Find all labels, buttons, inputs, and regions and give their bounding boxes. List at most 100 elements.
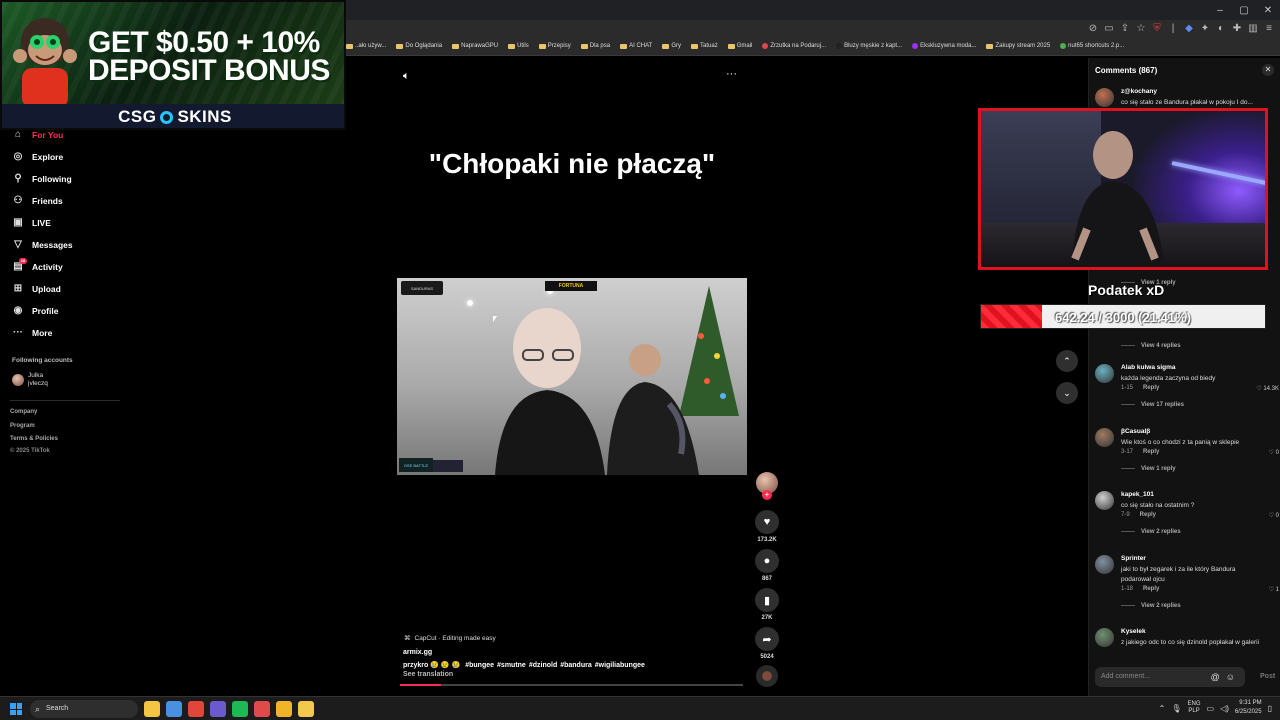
close-window-button[interactable]: ✕ — [1256, 0, 1280, 20]
comment-like-button[interactable]: ♡ 0 — [1269, 449, 1279, 456]
sidebar-toggle-icon[interactable]: ▥ — [1248, 23, 1258, 34]
view-replies-link[interactable]: View 2 replies — [1121, 603, 1181, 609]
avatar[interactable] — [1095, 364, 1114, 383]
comment-username[interactable]: kapek_101 — [1121, 491, 1154, 498]
taskbar-app-icon[interactable] — [276, 701, 292, 717]
sidebar-item-more[interactable]: ··· More — [12, 324, 52, 342]
reply-button[interactable]: Reply — [1143, 385, 1159, 391]
mute-site-icon[interactable]: ⊘ — [1088, 23, 1098, 34]
hashtag-link[interactable]: #dzinold — [529, 662, 557, 669]
bookmark-item[interactable]: Tatuaż — [691, 43, 718, 49]
extension-cat-icon[interactable]: ✦ — [1200, 23, 1210, 34]
bookmark-item[interactable]: Bluzy męskie z kapt... — [836, 43, 902, 49]
clock[interactable]: 9:31 PM 6/25/2025 — [1235, 699, 1262, 717]
tray-chevron-icon[interactable]: ⌃ — [1159, 704, 1166, 713]
comment-like-button[interactable]: ♡ 0 — [1269, 512, 1279, 519]
view-replies-link[interactable]: View 17 replies — [1121, 402, 1184, 408]
comment-username[interactable]: Sprinter — [1121, 555, 1146, 562]
add-comment-input[interactable]: Add comment... @ ☺ — [1095, 667, 1245, 687]
avatar[interactable] — [1095, 88, 1114, 107]
share-icon[interactable]: ⇪ — [1120, 23, 1130, 34]
microphone-icon[interactable]: 🎙︎ — [1171, 704, 1181, 713]
more-options-icon[interactable]: ··· — [726, 68, 737, 80]
taskbar-app-icon[interactable] — [188, 701, 204, 717]
reply-button[interactable]: Reply — [1143, 586, 1159, 592]
view-replies-link[interactable]: View 4 replies — [1121, 343, 1181, 349]
avatar[interactable] — [1095, 491, 1114, 510]
sidebar-item-explore[interactable]: ◎ Explore — [12, 148, 64, 166]
bookmark-item[interactable]: Do Oglądania — [396, 43, 442, 49]
bookmark-item[interactable]: AI CHAT — [620, 43, 652, 49]
comment-username[interactable]: z@kochany — [1121, 88, 1157, 95]
comment-username[interactable]: βCasualβ — [1121, 428, 1150, 435]
network-icon[interactable]: ▭ — [1207, 704, 1215, 713]
footer-company-link[interactable]: Company — [10, 409, 37, 415]
music-disc-icon[interactable] — [756, 665, 778, 687]
hashtag-link[interactable]: #wigiliabungee — [595, 662, 645, 669]
volume-icon[interactable]: 🔈︎ — [403, 70, 410, 83]
bookmark-item[interactable]: NaprawaGPU — [452, 43, 498, 49]
hashtag-link[interactable]: #bandura — [560, 662, 592, 669]
comment-button[interactable]: ● — [755, 549, 779, 573]
bookmark-item[interactable]: Przepisy — [538, 43, 571, 49]
avatar[interactable] — [1095, 555, 1114, 574]
comment-username[interactable]: Alab kulwa sigma — [1121, 364, 1176, 371]
comment-username[interactable]: Kyselek — [1121, 628, 1146, 635]
see-translation-link[interactable]: See translation — [403, 671, 453, 678]
bookmark-item[interactable]: Zakupy stream 2025 — [986, 43, 1050, 49]
follow-plus-icon[interactable]: + — [762, 490, 772, 500]
footer-terms-link[interactable]: Terms & Policies — [10, 436, 58, 442]
video-progress-bar[interactable] — [400, 684, 743, 686]
language-indicator[interactable]: ENG PLP — [1187, 701, 1200, 715]
sidebar-item-following[interactable]: ⚲ Following — [12, 170, 71, 188]
video-player[interactable]: SANDURAS FORTUNA OSE BATTLE — [397, 278, 747, 475]
bookmark-star-icon[interactable]: ☆ — [1136, 23, 1146, 34]
emoji-icon[interactable]: ☺ — [1226, 667, 1235, 687]
video-author[interactable]: armix.gg — [403, 649, 432, 656]
sidebar-item-upload[interactable]: ⊞ Upload — [12, 280, 61, 298]
avatar[interactable] — [1095, 628, 1114, 647]
bookmark-item[interactable]: Zrzutka na Podaruj... — [762, 43, 826, 49]
brave-shield-icon[interactable]: ⛨ — [1152, 23, 1162, 34]
bookmark-item[interactable]: Gmail — [727, 43, 752, 49]
capcut-tag[interactable]: ⌘ CapCut · Editing made easy — [404, 634, 496, 643]
extension-eye-icon[interactable]: ◐ — [1216, 23, 1226, 34]
sidebar-item-live[interactable]: ▣ LIVE — [12, 214, 51, 232]
minimize-button[interactable]: – — [1208, 0, 1232, 20]
view-replies-link[interactable]: View 1 reply — [1121, 466, 1176, 472]
taskbar-app-icon[interactable] — [166, 701, 182, 717]
post-comment-button[interactable]: Post — [1260, 673, 1275, 680]
hashtag-link[interactable]: #smutne — [497, 662, 526, 669]
bookmark-item[interactable]: Dla psa — [580, 43, 610, 49]
hashtag-link[interactable]: #bungee — [465, 662, 494, 669]
comment-like-button[interactable]: ♡ 14.3K — [1256, 385, 1279, 392]
start-button[interactable] — [10, 703, 22, 715]
taskbar-search[interactable]: Search — [30, 700, 138, 718]
taskbar-app-icon[interactable] — [254, 701, 270, 717]
sidebar-item-messages[interactable]: ▽ Messages — [12, 236, 73, 254]
sidebar-item-profile[interactable]: ◉ Profile — [12, 302, 59, 320]
save-button[interactable]: ▮ — [755, 588, 779, 612]
volume-tray-icon[interactable]: ◁) — [1220, 704, 1229, 713]
ad-banner[interactable]: GET $0.50 + 10% DEPOSIT BONUS CSG SKINS — [0, 0, 346, 130]
reply-button[interactable]: Reply — [1140, 512, 1156, 518]
share-button[interactable]: ➦ — [755, 627, 779, 651]
next-video-button[interactable]: ⌄ — [1056, 382, 1078, 404]
taskbar-app-icon[interactable] — [144, 701, 160, 717]
sidebar-item-friends[interactable]: ⚇ Friends — [12, 192, 63, 210]
bookmark-item[interactable]: Utils — [508, 43, 529, 49]
close-comments-button[interactable]: ✕ — [1262, 64, 1274, 76]
taskbar-app-icon[interactable] — [298, 701, 314, 717]
comment-like-button[interactable]: ♡ 1 — [1269, 586, 1279, 593]
taskbar-app-icon[interactable] — [210, 701, 226, 717]
footer-program-link[interactable]: Program — [10, 423, 35, 429]
following-account[interactable]: Julka jvleczq — [12, 372, 48, 388]
extension-shield-icon[interactable]: ◆ — [1184, 23, 1194, 34]
like-button[interactable]: ♥ — [755, 510, 779, 534]
extensions-puzzle-icon[interactable]: ✚ — [1232, 23, 1242, 34]
notifications-icon[interactable]: ▯ — [1268, 704, 1272, 713]
maximize-button[interactable]: ▢ — [1232, 0, 1256, 20]
menu-icon[interactable]: ≡ — [1264, 23, 1274, 34]
bookmark-item[interactable]: Gry — [662, 43, 681, 49]
taskbar-app-icon[interactable] — [232, 701, 248, 717]
